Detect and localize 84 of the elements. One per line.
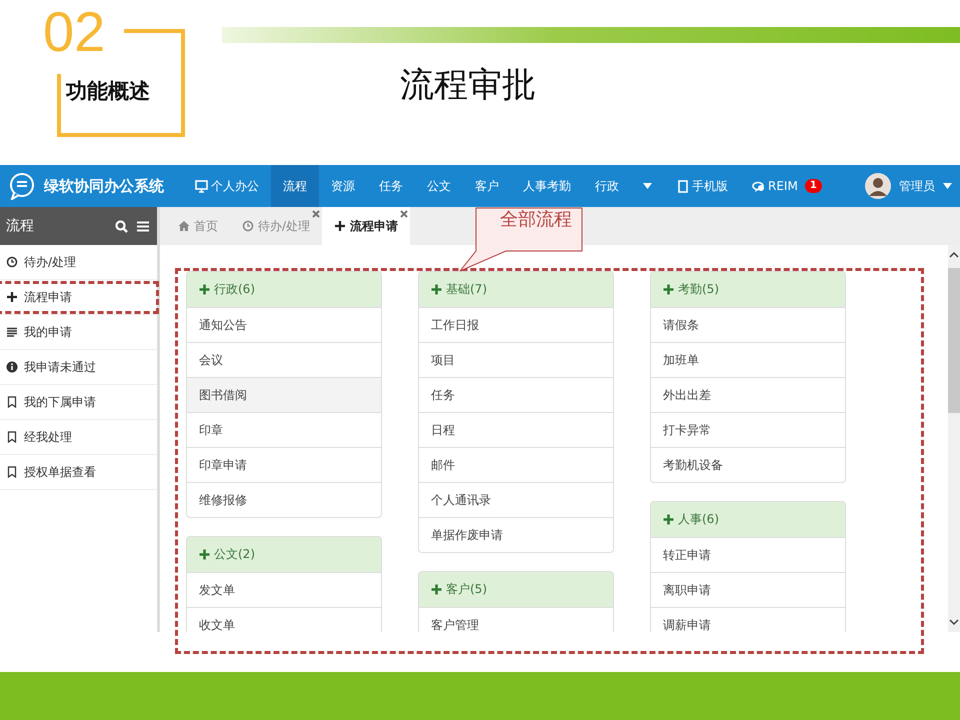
bookmark-icon (6, 431, 18, 443)
panel-header[interactable]: 人事(6) (651, 502, 845, 537)
chat-icon (752, 180, 765, 192)
list-item[interactable]: 个人通讯录 (419, 482, 613, 517)
list-item[interactable]: 发文单 (187, 572, 381, 607)
sidebar-item[interactable]: 我的下属申请 (0, 385, 157, 420)
plus-icon (431, 284, 442, 295)
nav-item[interactable]: 流程 (271, 165, 319, 207)
list-item[interactable]: 印章 (187, 412, 381, 447)
chevron-up-icon (949, 251, 959, 258)
section-title: 功能概述 (66, 78, 150, 105)
nav-item[interactable]: REIM 1 (740, 165, 834, 207)
list-item[interactable]: 项目 (419, 342, 613, 377)
sidebar-item[interactable]: 经我处理 (0, 420, 157, 455)
list-item[interactable]: 客户管理 (419, 607, 613, 632)
sidebar-item[interactable]: 待办/处理 (0, 245, 157, 280)
nav-item[interactable]: 行政 (583, 165, 631, 207)
sidebar-title: 流程 (6, 217, 35, 235)
section-number: 02 (43, 4, 106, 60)
list-item[interactable]: 维修报修 (187, 482, 381, 517)
list-item[interactable]: 调薪申请 (651, 607, 845, 632)
list-item[interactable]: 收文单 (187, 607, 381, 632)
nav-item[interactable]: 个人办公 (183, 165, 271, 207)
caret-icon (943, 183, 952, 189)
list-item[interactable]: 转正申请 (651, 537, 845, 572)
search-icon (115, 220, 128, 232)
panel-header[interactable]: 客户(5) (419, 572, 613, 607)
panel-header[interactable]: 公文(2) (187, 537, 381, 572)
nav-item[interactable]: 人事考勤 (511, 165, 583, 207)
chat-logo-icon (8, 172, 36, 200)
list-item[interactable]: 任务 (419, 377, 613, 412)
user-menu[interactable]: 管理员 (853, 173, 960, 199)
tab[interactable]: 流程申请 (322, 207, 410, 245)
app-brand[interactable]: 绿软协同办公系统 (44, 176, 164, 196)
sidebar-item[interactable]: 我申请未通过 (0, 350, 157, 385)
list-item[interactable]: 印章申请 (187, 447, 381, 482)
plus-icon (663, 514, 674, 525)
list-item[interactable]: 邮件 (419, 447, 613, 482)
nav-item[interactable]: 公文 (415, 165, 463, 207)
plus-icon (431, 584, 442, 595)
clock-icon (6, 256, 18, 268)
phone-icon (676, 180, 689, 192)
list-item[interactable]: 请假条 (651, 307, 845, 342)
plus-icon (199, 284, 210, 295)
clock-icon (242, 220, 254, 232)
sidebar-item[interactable]: 我的申请 (0, 315, 157, 350)
monitor-icon (195, 180, 208, 192)
list-item[interactable]: 加班单 (651, 342, 845, 377)
list-item[interactable]: 通知公告 (187, 307, 381, 342)
info-icon (6, 361, 18, 373)
avatar (865, 173, 891, 199)
panel-header[interactable]: 基础(7) (419, 272, 613, 307)
list-item[interactable]: 考勤机设备 (651, 447, 845, 482)
bookmark-icon (6, 396, 18, 408)
list-icon (6, 326, 18, 338)
nav-item[interactable]: 任务 (367, 165, 415, 207)
list-item[interactable]: 打卡异常 (651, 412, 845, 447)
list-item[interactable]: 图书借阅 (187, 377, 381, 412)
list-item[interactable]: 日程 (419, 412, 613, 447)
caret-icon (643, 183, 652, 189)
bookmark-icon (6, 466, 18, 478)
nav-item[interactable]: 资源 (319, 165, 367, 207)
panel-header[interactable]: 行政(6) (187, 272, 381, 307)
nav-item[interactable]: 手机版 (664, 165, 740, 207)
callout-text: 全部流程 (500, 208, 572, 231)
scrollbar[interactable] (948, 245, 960, 632)
list-item[interactable]: 单据作废申请 (419, 517, 613, 552)
chevron-down-icon (949, 619, 959, 626)
sidebar-item[interactable]: 授权单据查看 (0, 455, 157, 490)
plus-icon (334, 220, 346, 232)
panel-header[interactable]: 考勤(5) (651, 272, 845, 307)
menu-icon (137, 220, 149, 232)
home-icon (178, 220, 190, 232)
list-item[interactable]: 工作日报 (419, 307, 613, 342)
plus-icon (663, 284, 674, 295)
plus-icon (199, 549, 210, 560)
count-badge: 1 (804, 179, 822, 193)
slide-title: 流程审批 (400, 64, 536, 107)
sidebar-item[interactable]: 流程申请 (0, 280, 157, 315)
scroll-thumb[interactable] (948, 268, 960, 413)
plus-icon (6, 291, 18, 303)
list-item[interactable]: 外出出差 (651, 377, 845, 412)
list-item[interactable]: 离职申请 (651, 572, 845, 607)
nav-item[interactable]: 客户 (463, 165, 511, 207)
